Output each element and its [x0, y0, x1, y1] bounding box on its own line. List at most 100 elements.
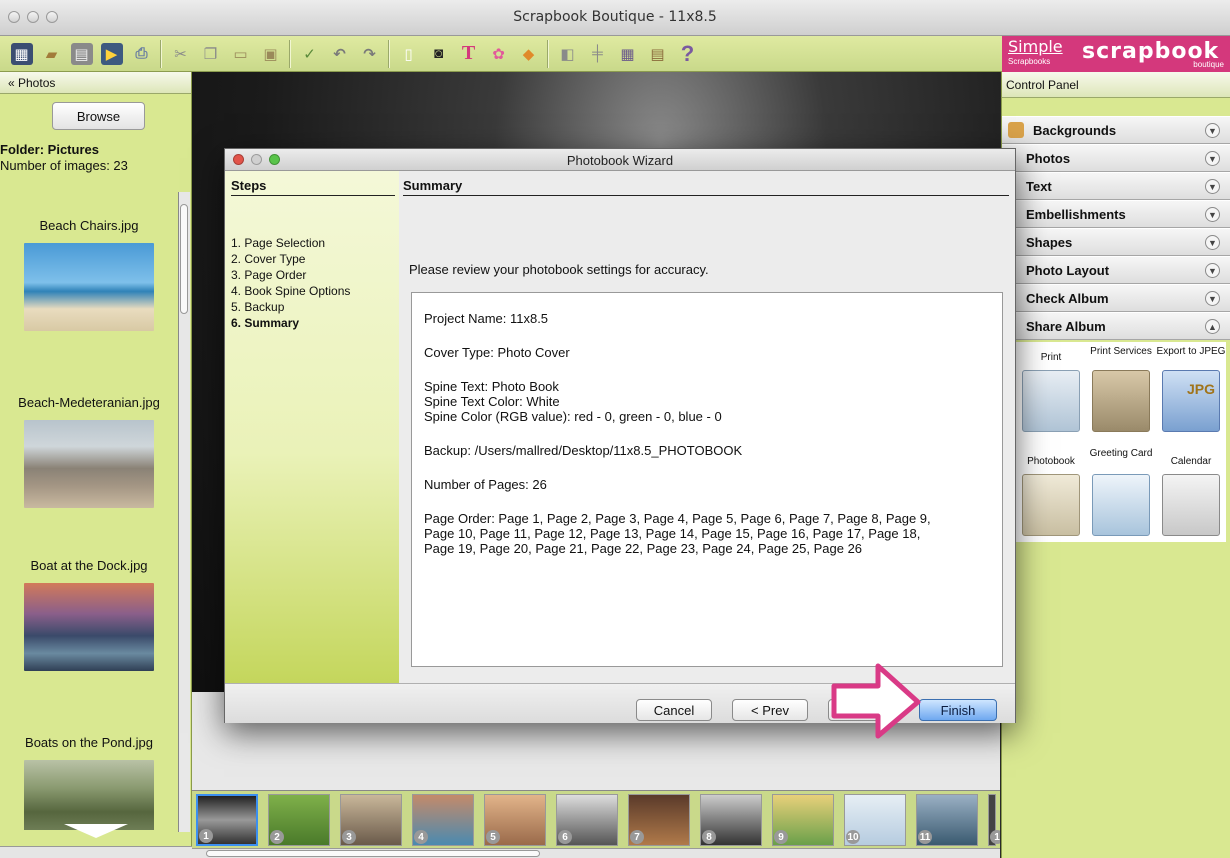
brand-logo: Simple Scrapbooks scrapbook boutique	[1002, 36, 1230, 72]
photobook-icon[interactable]	[1022, 474, 1080, 536]
layer-icon[interactable]: ◧	[554, 40, 581, 67]
grid-icon[interactable]: ▦	[614, 40, 641, 67]
share-print-label: Print	[1040, 352, 1062, 363]
chevron-down-icon[interactable]: ▼	[1205, 235, 1220, 250]
print-icon[interactable]: ⎙	[128, 40, 155, 67]
browse-button[interactable]: Browse	[52, 102, 145, 130]
toolbar-separator	[289, 39, 291, 68]
camera-icon[interactable]: ◙	[425, 40, 452, 67]
chevron-down-icon[interactable]: ▼	[1205, 123, 1220, 138]
scrollbar-knob[interactable]	[180, 204, 188, 314]
print-services-icon[interactable]	[1092, 370, 1150, 432]
summary-header: Summary	[403, 178, 1009, 196]
control-panel-header: Control Panel	[1002, 72, 1230, 98]
chevron-down-icon[interactable]: ▼	[1205, 291, 1220, 306]
copy-icon[interactable]: ❐	[197, 40, 224, 67]
greeting-card-icon[interactable]	[1092, 474, 1150, 536]
section-photo-layout[interactable]: Photo Layout ▼	[1002, 256, 1230, 284]
photos-panel-header[interactable]: « Photos	[0, 72, 191, 94]
chevron-down-icon[interactable]: ▼	[1205, 151, 1220, 166]
backgrounds-icon	[1008, 122, 1024, 138]
new-project-icon[interactable]: ▦	[8, 40, 35, 67]
page-thumbnail[interactable]: 5	[484, 794, 546, 846]
main-toolbar: ▦ ▰ ▤ ▶ ⎙ ✂ ❐ ▭ ▣ ✓ ↶ ↷ ▯ ◙ T ✿ ◆ ◧ ╪ ▦ …	[0, 36, 1002, 72]
page-thumbnail[interactable]: 9	[772, 794, 834, 846]
page-thumbnail[interactable]: 2	[268, 794, 330, 846]
new-page-icon[interactable]: ▯	[395, 40, 422, 67]
toolbar-separator	[547, 39, 549, 68]
steps-header: Steps	[231, 178, 395, 196]
flower-icon[interactable]: ✿	[485, 40, 512, 67]
align-icon[interactable]: ╪	[584, 40, 611, 67]
summary-backup: Backup: /Users/mallred/Desktop/11x8.5_PH…	[424, 443, 743, 458]
cancel-button[interactable]: Cancel	[636, 699, 712, 721]
share-greeting-card-label: Greeting Card	[1089, 448, 1153, 459]
section-backgrounds[interactable]: Backgrounds ▼	[1002, 116, 1230, 144]
spell-check-icon[interactable]: ✓	[296, 40, 323, 67]
paste-icon[interactable]: ▭	[227, 40, 254, 67]
help-icon[interactable]: ?	[674, 40, 701, 67]
share-album-options: Print Print Services Export to JPEG JPG …	[1016, 342, 1226, 542]
export-icon[interactable]: ▶	[98, 40, 125, 67]
section-text[interactable]: Text ▼	[1002, 172, 1230, 200]
paste-special-icon[interactable]: ▣	[257, 40, 284, 67]
page-thumbnail[interactable]: 3	[340, 794, 402, 846]
filmstrip-scrollbar[interactable]	[192, 848, 1000, 858]
page-thumbnail[interactable]: 6	[556, 794, 618, 846]
photo-list-scrollbar[interactable]	[178, 192, 190, 832]
photo-name: Boats on the Pond.jpg	[25, 735, 153, 750]
filmstrip-icon[interactable]: ▤	[644, 40, 671, 67]
brand-boutique: boutique	[1193, 60, 1224, 69]
page-thumbnail[interactable]: 8	[700, 794, 762, 846]
scrollbar-knob[interactable]	[206, 850, 540, 857]
printer-icon[interactable]	[1022, 370, 1080, 432]
share-print-services-label: Print Services	[1090, 346, 1152, 357]
page-filmstrip: 1 2 3 4 5 6 7 8 9 10 11 1	[192, 790, 1000, 848]
summary-spine-color: Spine Color (RGB value): red - 0, green …	[424, 409, 722, 424]
page-thumbnail[interactable]: 1	[988, 794, 1000, 846]
redo-icon[interactable]: ↷	[356, 40, 383, 67]
cut-icon[interactable]: ✂	[167, 40, 194, 67]
page-thumbnail[interactable]: 11	[916, 794, 978, 846]
list-item[interactable]: Beach Chairs.jpg	[0, 218, 178, 331]
page-thumbnail[interactable]: 7	[628, 794, 690, 846]
list-item[interactable]: Boat at the Dock.jpg	[0, 558, 178, 671]
section-shapes[interactable]: Shapes ▼	[1002, 228, 1230, 256]
list-item[interactable]: Boats on the Pond.jpg	[0, 735, 178, 830]
chevron-down-icon[interactable]: ▼	[1205, 263, 1220, 278]
window-titlebar: Scrapbook Boutique - 11x8.5	[0, 0, 1230, 36]
section-embellishments[interactable]: Embellishments ▼	[1002, 200, 1230, 228]
section-share-album[interactable]: Share Album ▲	[1002, 312, 1230, 340]
section-check-album[interactable]: Check Album ▼	[1002, 284, 1230, 312]
dialog-title: Photobook Wizard	[566, 153, 674, 168]
photo-thumbnail[interactable]	[24, 583, 154, 671]
step-item: 4. Book Spine Options	[231, 284, 351, 298]
page-thumbnail[interactable]: 10	[844, 794, 906, 846]
export-jpeg-icon[interactable]: JPG	[1162, 370, 1220, 432]
chevron-up-icon[interactable]: ▲	[1205, 319, 1220, 334]
embellishment-icon[interactable]: ◆	[515, 40, 542, 67]
save-icon[interactable]: ▤	[68, 40, 95, 67]
list-item[interactable]: Beach-Medeteranian.jpg	[0, 395, 178, 508]
toolbar-separator	[388, 39, 390, 68]
prev-button[interactable]: < Prev	[732, 699, 808, 721]
photo-thumbnail[interactable]	[24, 243, 154, 331]
folder-label: Folder: Pictures	[0, 142, 99, 157]
page-thumbnail[interactable]: 1	[196, 794, 258, 846]
photo-thumbnail[interactable]	[24, 420, 154, 508]
finish-button[interactable]: Finish	[919, 699, 997, 721]
undo-icon[interactable]: ↶	[326, 40, 353, 67]
chevron-down-icon[interactable]: ▼	[1205, 207, 1220, 222]
folder-info: Folder: Pictures Number of images: 23	[0, 142, 128, 174]
control-panel: Control Panel Backgrounds ▼ Photos ▼ Text ▼…	[1001, 72, 1230, 858]
section-photos[interactable]: Photos ▼	[1002, 144, 1230, 172]
step-item: 1. Page Selection	[231, 236, 326, 250]
text-icon[interactable]: T	[455, 40, 482, 67]
chevron-down-icon[interactable]: ▼	[1205, 179, 1220, 194]
calendar-icon[interactable]	[1162, 474, 1220, 536]
step-item-current: 6. Summary	[231, 316, 300, 330]
open-folder-icon[interactable]: ▰	[38, 40, 65, 67]
photo-thumbnail[interactable]	[24, 760, 154, 830]
scroll-down-arrow-icon[interactable]	[64, 824, 128, 838]
page-thumbnail[interactable]: 4	[412, 794, 474, 846]
